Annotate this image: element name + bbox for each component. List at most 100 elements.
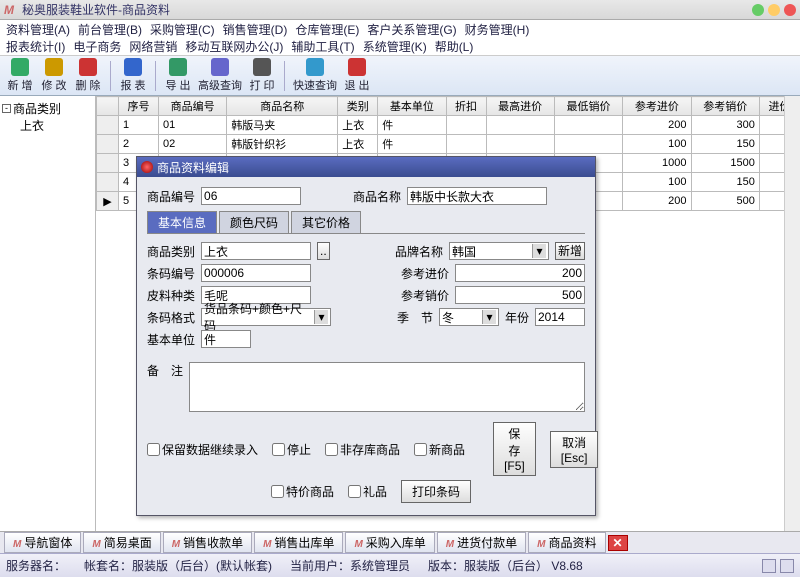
tab-logo-icon [446,536,454,550]
menu-item[interactable]: 前台管理(B) [78,21,142,38]
toolbar-exit[interactable]: 退 出 [341,58,373,94]
tab-otherprice[interactable]: 其它价格 [291,211,361,233]
brand-combo[interactable]: 韩国▾ [449,242,549,260]
menu-item[interactable]: 财务管理(H) [465,21,530,38]
brand-new-button[interactable]: 新增 [555,242,585,260]
menu-item[interactable]: 网络营销 [129,38,177,55]
close-button[interactable] [784,4,796,16]
tree-child-label: 上衣 [20,117,44,134]
bottom-tab[interactable]: 进货付款单 [437,532,526,553]
grid-header[interactable]: 商品编号 [158,97,226,116]
bottom-tab[interactable]: 导航窗体 [4,532,81,553]
category-browse-button[interactable]: .. [317,242,330,260]
toolbar-print[interactable]: 打 印 [246,58,278,94]
grid-header[interactable]: 类别 [338,97,378,116]
new-checkbox[interactable]: 新商品 [414,441,465,458]
menu-item[interactable]: 客户关系管理(G) [367,21,456,38]
menu-item[interactable]: 销售管理(D) [223,21,288,38]
report-icon [124,58,142,76]
refin-input[interactable] [455,264,585,282]
grid-header[interactable]: 商品名称 [227,97,338,116]
keep-checkbox[interactable]: 保留数据继续录入 [147,441,258,458]
bottom-tab[interactable]: 销售收款单 [163,532,252,553]
status-icon-2[interactable] [780,559,794,573]
menu-item[interactable]: 采购管理(C) [150,21,215,38]
grid-header[interactable]: 折扣 [446,97,486,116]
toolbar-add[interactable]: 新 增 [4,58,36,94]
toolbar-report[interactable]: 报 表 [117,58,149,94]
grid-header[interactable]: 序号 [119,97,159,116]
print-barcode-button[interactable]: 打印条码 [401,480,471,503]
tab-basic[interactable]: 基本信息 [147,211,217,233]
menu-item[interactable]: 资料管理(A) [6,21,70,38]
bottom-tab[interactable]: 销售出库单 [254,532,343,553]
grid-header[interactable]: 最低销价 [554,97,622,116]
toolbar-export[interactable]: 导 出 [162,58,194,94]
exit-icon [348,58,366,76]
toolbar-advsearch[interactable]: 高级查询 [196,58,244,94]
menu-item[interactable]: 仓库管理(E) [295,21,359,38]
menu-item[interactable]: 辅助工具(T) [291,38,354,55]
menu-item[interactable]: 报表统计(I) [6,38,65,55]
table-row[interactable]: 202韩版针织衫上衣件100150 [97,135,800,154]
menu-item[interactable]: 系统管理(K) [363,38,427,55]
tree-root[interactable]: - 商品类别 [2,100,93,117]
tree-root-label: 商品类别 [13,100,61,117]
status-icon-1[interactable] [762,559,776,573]
category-combo[interactable]: 上衣 [201,242,311,260]
bottom-tab[interactable]: 商品资料 [528,532,605,553]
tree-child[interactable]: 上衣 [20,117,93,134]
menu-item[interactable]: 帮助(L) [435,38,474,55]
menu-item[interactable]: 移动互联网办公(J) [185,38,283,55]
chevron-down-icon[interactable]: ▾ [532,244,546,258]
advsearch-icon [211,58,229,76]
toolbar-label: 导 出 [165,77,190,93]
bottom-tab[interactable]: 简易桌面 [83,532,160,553]
barcode-input[interactable] [201,264,311,282]
grid-header[interactable]: 参考销价 [691,97,759,116]
toolbar-delete[interactable]: 删 除 [72,58,104,94]
code-input[interactable] [201,187,301,205]
refin-label: 参考进价 [401,265,449,282]
toolbar-quicksearch[interactable]: 快速查询 [291,58,339,94]
export-icon [169,58,187,76]
quicksearch-icon [306,58,324,76]
chevron-down-icon[interactable]: ▾ [482,310,496,324]
minimize-button[interactable] [752,4,764,16]
tree-collapse-icon[interactable]: - [2,104,11,113]
unit-label: 基本单位 [147,331,195,348]
year-input[interactable] [535,308,585,326]
remark-label: 备 注 [147,362,183,379]
season-combo[interactable]: 冬▾ [439,308,499,326]
bottom-tab[interactable]: 采购入库单 [345,532,434,553]
maximize-button[interactable] [768,4,780,16]
gift-checkbox[interactable]: 礼品 [348,483,387,500]
tab-logo-icon [172,536,180,550]
nonstock-checkbox[interactable]: 非存库商品 [325,441,400,458]
tab-close-button[interactable]: ✕ [608,535,628,551]
refout-input[interactable] [455,286,585,304]
unit-input[interactable] [201,330,251,348]
dialog-tabs: 基本信息 颜色尺码 其它价格 [147,211,585,234]
grid-header[interactable]: 最高进价 [486,97,554,116]
bottom-tabs: 导航窗体简易桌面销售收款单销售出库单采购入库单进货付款单商品资料✕ [0,531,800,553]
grid-header[interactable]: 基本单位 [378,97,446,116]
stop-checkbox[interactable]: 停止 [272,441,311,458]
toolbar-edit[interactable]: 修 改 [38,58,70,94]
bcfmt-combo[interactable]: 货品条码+颜色+尺码▾ [201,308,331,326]
dialog-titlebar[interactable]: 商品资料编辑 [137,157,595,177]
name-input[interactable] [407,187,547,205]
grid-header[interactable]: 参考进价 [623,97,691,116]
status-account: 帐套名：服装版（后台）(默认帐套) [84,557,272,574]
cancel-button[interactable]: 取消[Esc] [550,431,599,468]
menu-item[interactable]: 电子商务 [73,38,121,55]
remark-textarea[interactable] [189,362,585,412]
table-row[interactable]: 101韩版马夹上衣件200300 [97,116,800,135]
special-checkbox[interactable]: 特价商品 [271,483,334,500]
vertical-scrollbar[interactable] [784,96,800,534]
save-button[interactable]: 保存[F5] [493,422,536,476]
chevron-down-icon[interactable]: ▾ [314,310,328,324]
tab-colorsize[interactable]: 颜色尺码 [219,211,289,233]
toolbar-label: 打 印 [249,77,274,93]
edit-icon [45,58,63,76]
